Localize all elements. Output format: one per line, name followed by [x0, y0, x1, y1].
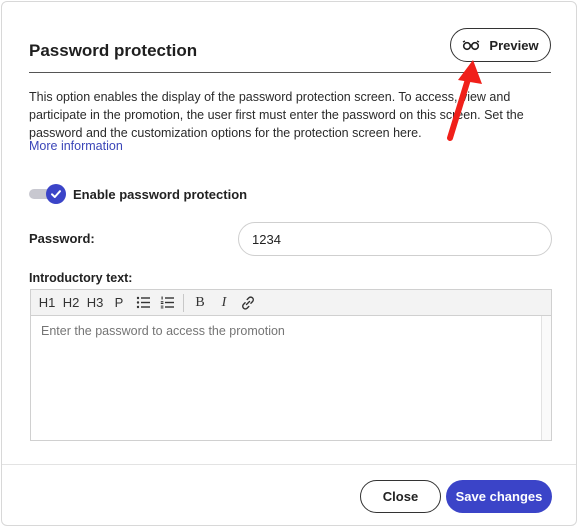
- preview-button[interactable]: Preview: [450, 28, 551, 62]
- save-changes-button[interactable]: Save changes: [446, 480, 552, 513]
- description-text: This option enables the display of the p…: [29, 90, 524, 140]
- editor-scrollbar[interactable]: [541, 316, 551, 440]
- introductory-text-editor[interactable]: [31, 316, 541, 440]
- toolbar-separator: [183, 293, 184, 312]
- toggle-label: Enable password protection: [73, 186, 248, 202]
- dialog-title: Password protection: [29, 41, 198, 60]
- bold-button[interactable]: B: [188, 290, 212, 316]
- preview-button-label: Preview: [489, 37, 539, 53]
- password-protection-dialog: Password protection Preview This option …: [1, 1, 577, 526]
- italic-button[interactable]: I: [212, 290, 236, 316]
- heading2-button[interactable]: H2: [59, 290, 83, 316]
- editor-toolbar: H1 H2 H3 P B I: [31, 290, 551, 316]
- password-protection-toggle-row: Enable password protection: [29, 184, 247, 204]
- close-button[interactable]: Close: [360, 480, 441, 513]
- link-icon: [242, 295, 254, 310]
- toggle-knob: [46, 184, 66, 204]
- glasses-icon: [462, 39, 480, 51]
- link-button[interactable]: [236, 290, 260, 316]
- footer-divider: [2, 464, 576, 465]
- checkmark-icon: [51, 190, 61, 198]
- numbered-list-button[interactable]: [155, 290, 179, 316]
- bulleted-list-icon: [136, 296, 150, 309]
- dialog-header: Password protection Preview: [29, 28, 551, 73]
- heading1-button[interactable]: H1: [35, 290, 59, 316]
- heading3-button[interactable]: H3: [83, 290, 107, 316]
- password-label: Password:: [29, 231, 95, 246]
- rich-text-editor: H1 H2 H3 P B I: [30, 289, 552, 441]
- password-input[interactable]: [238, 222, 552, 256]
- password-protection-toggle[interactable]: [29, 184, 67, 204]
- paragraph-button[interactable]: P: [107, 290, 131, 316]
- numbered-list-icon: [160, 296, 174, 309]
- bulleted-list-button[interactable]: [131, 290, 155, 316]
- more-information-link[interactable]: More information: [29, 139, 123, 153]
- introductory-text-label: Introductory text:: [29, 271, 133, 285]
